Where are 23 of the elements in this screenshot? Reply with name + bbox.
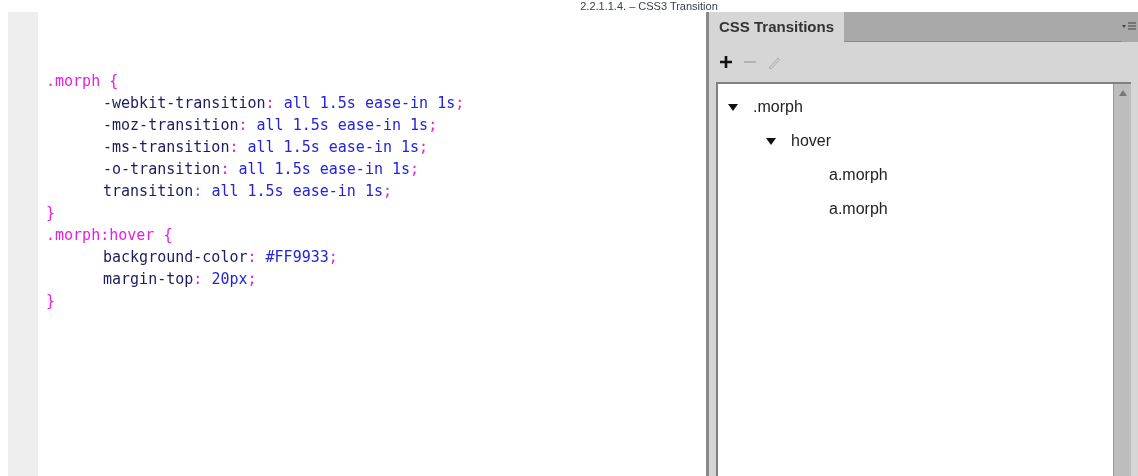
collapse-triangle-icon[interactable] xyxy=(766,136,776,146)
code-line: -webkit-transition: all 1.5s ease-in 1s; xyxy=(103,93,465,114)
code-line: margin-top: 20px; xyxy=(103,269,257,290)
code-line: -o-transition: all 1.5s ease-in 1s; xyxy=(103,159,420,180)
tree-item[interactable]: .morph xyxy=(753,95,803,119)
code-line: background-color: #FF9933; xyxy=(103,247,338,268)
code-line: .morph { xyxy=(46,71,119,92)
code-line: -moz-transition: all 1.5s ease-in 1s; xyxy=(103,115,438,136)
tree-item[interactable]: a.morph xyxy=(829,197,888,221)
panel-tab[interactable]: CSS Transitions xyxy=(709,12,845,42)
code-line: } xyxy=(46,203,56,224)
section-heading: 2.2.1.1.4. – CSS3 Transition xyxy=(580,0,718,12)
code-line: transition: all 1.5s ease-in 1s; xyxy=(103,181,392,202)
code-line: } xyxy=(46,291,56,312)
code-line: .morph:hover { xyxy=(46,225,173,246)
tree-item[interactable]: hover xyxy=(791,129,832,153)
code-line: -ms-transition: all 1.5s ease-in 1s; xyxy=(103,137,429,158)
scroll-up-arrow-icon[interactable] xyxy=(1118,90,1127,96)
add-icon[interactable] xyxy=(719,55,733,69)
panel-menu-icon[interactable] xyxy=(1122,22,1136,32)
scrollbar[interactable] xyxy=(1113,84,1131,476)
collapse-triangle-icon[interactable] xyxy=(728,102,738,112)
tree-item[interactable]: a.morph xyxy=(829,163,888,187)
